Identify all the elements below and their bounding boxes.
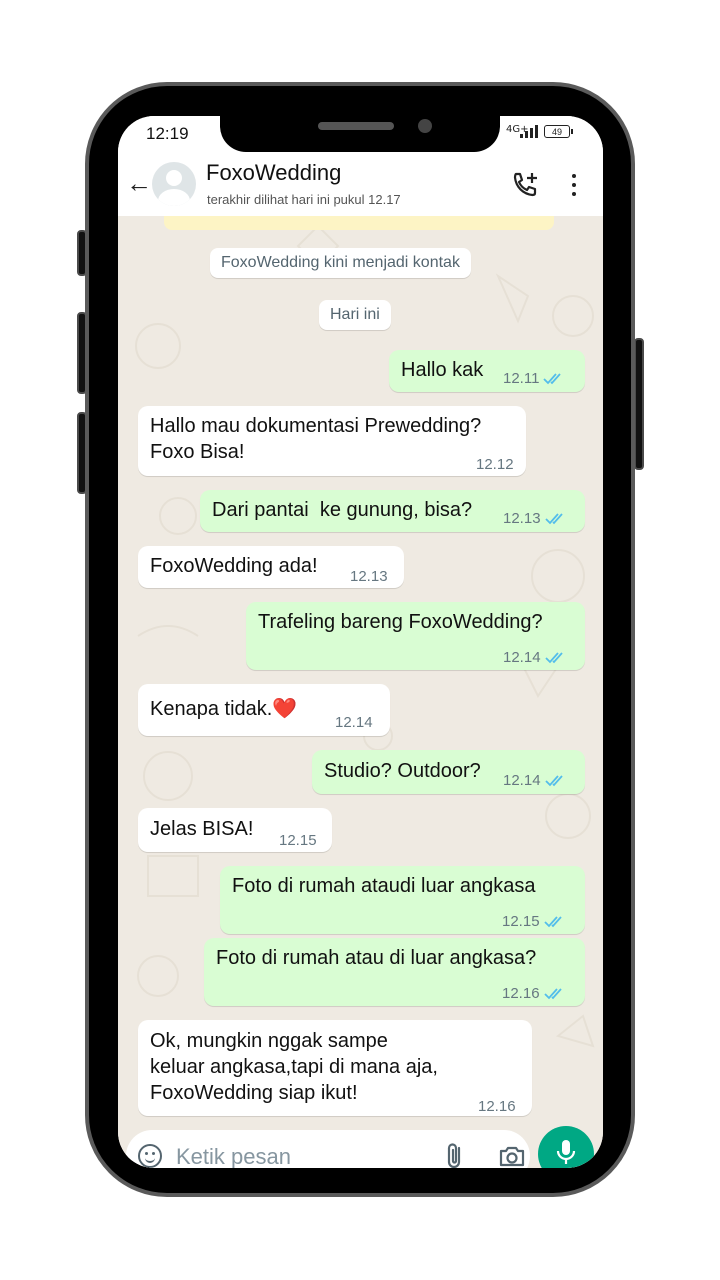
emoji-icon[interactable] [138, 1144, 162, 1168]
mic-button[interactable] [538, 1126, 594, 1168]
message-time: 12.13 [503, 510, 541, 527]
date-label-text: Hari ini [330, 306, 380, 323]
add-call-icon[interactable] [510, 170, 540, 200]
message-text: Foto di rumah atau di luar angkasa? [216, 947, 537, 969]
message-input[interactable]: Ketik pesan [126, 1130, 530, 1168]
message-outgoing[interactable]: Foto di rumah atau di luar angkasa? 12.1… [204, 938, 585, 1006]
message-meta: 12.16 [502, 981, 564, 1007]
message-text: Jelas BISA! [150, 818, 254, 840]
double-check-icon [543, 988, 562, 1000]
avatar[interactable] [152, 162, 196, 206]
message-outgoing[interactable]: Hallo kak 12.11 [389, 350, 585, 392]
message-text: Hallo mau dokumentasi Prewedding? Foxo B… [150, 415, 482, 463]
double-check-icon [544, 652, 563, 664]
status-time: 12:19 [146, 124, 189, 143]
message-time: 12.13 [350, 568, 388, 585]
message-input-bar: Ketik pesan [118, 1126, 603, 1168]
message-meta: 12.15 [502, 909, 564, 935]
message-outgoing[interactable]: Dari pantai ke gunung, bisa? 12.13 [200, 490, 585, 532]
contact-name[interactable]: FoxoWedding [206, 160, 341, 186]
chat-area[interactable]: FoxoWedding kini menjadi kontak Hari ini… [118, 216, 603, 1126]
message-meta: 12.14 [503, 645, 565, 671]
message-text: Kenapa tidak.❤️ [150, 698, 298, 720]
last-seen-status: terakhir dilihat hari ini pukul 12.17 [207, 192, 401, 207]
message-text: FoxoWedding ada! [150, 555, 318, 577]
system-notice-text: FoxoWedding kini menjadi kontak [221, 254, 460, 271]
phone-power-button [634, 338, 644, 470]
message-incoming[interactable]: Kenapa tidak.❤️ 12.14 [138, 684, 390, 736]
message-time: 12.14 [335, 714, 373, 731]
message-time: 12.15 [502, 913, 540, 930]
message-time: 12.14 [503, 772, 541, 789]
message-incoming[interactable]: Jelas BISA! 12.15 [138, 808, 332, 852]
message-meta: 12.11 [503, 366, 563, 392]
signal-icon [520, 124, 540, 138]
message-outgoing[interactable]: Trafeling bareng FoxoWedding? 12.14 [246, 602, 585, 670]
date-label: Hari ini [319, 300, 391, 330]
message-incoming[interactable]: FoxoWedding ada! 12.13 [138, 546, 404, 588]
avatar-placeholder-body [158, 189, 190, 206]
message-time: 12.11 [503, 370, 540, 387]
back-arrow-icon[interactable]: ← [126, 170, 152, 196]
chat-header: ← FoxoWedding terakhir dilihat hari ini … [118, 152, 603, 216]
input-placeholder: Ketik pesan [176, 1144, 291, 1168]
double-check-icon [543, 373, 562, 385]
battery-level: 49 [551, 127, 562, 137]
message-text: Dari pantai ke gunung, bisa? [212, 499, 473, 521]
encryption-banner [164, 216, 554, 230]
phone-notch [220, 110, 500, 152]
message-time: 12.16 [502, 985, 540, 1002]
double-check-icon [543, 916, 562, 928]
message-outgoing[interactable]: Foto di rumah ataudi luar angkasa 12.15 [220, 866, 585, 934]
system-notice: FoxoWedding kini menjadi kontak [210, 248, 471, 278]
camera-icon[interactable] [498, 1144, 526, 1168]
message-time: 12.15 [279, 832, 317, 849]
double-check-icon [544, 775, 563, 787]
battery-icon: 49 [544, 125, 573, 138]
message-meta: 12.14 [503, 768, 565, 794]
message-text: Ok, mungkin nggak sampe keluar angkasa,t… [150, 1030, 438, 1104]
message-text: Trafeling bareng FoxoWedding? [258, 611, 543, 633]
phone-screen: 12:19 4G+ 49 ← FoxoWedding terakhir dili… [118, 116, 603, 1168]
message-time: 12.14 [503, 649, 541, 666]
message-incoming[interactable]: Ok, mungkin nggak sampe keluar angkasa,t… [138, 1020, 532, 1116]
emoji-mouth [145, 1156, 155, 1163]
message-meta: 12.13 [503, 506, 565, 532]
attach-icon[interactable] [444, 1142, 466, 1168]
more-options-icon[interactable] [564, 172, 584, 198]
message-time: 12.16 [478, 1098, 516, 1115]
double-check-icon [544, 513, 563, 525]
message-text: Studio? Outdoor? [324, 760, 481, 782]
message-incoming[interactable]: Hallo mau dokumentasi Prewedding? Foxo B… [138, 406, 526, 476]
avatar-placeholder-icon [166, 170, 182, 186]
message-outgoing[interactable]: Studio? Outdoor? 12.14 [312, 750, 585, 794]
message-time: 12.12 [476, 456, 514, 473]
message-text: Foto di rumah ataudi luar angkasa [232, 875, 536, 897]
mic-icon [556, 1140, 576, 1164]
message-text: Hallo kak [401, 359, 484, 381]
earpiece-speaker [318, 122, 394, 130]
front-camera [418, 119, 432, 133]
